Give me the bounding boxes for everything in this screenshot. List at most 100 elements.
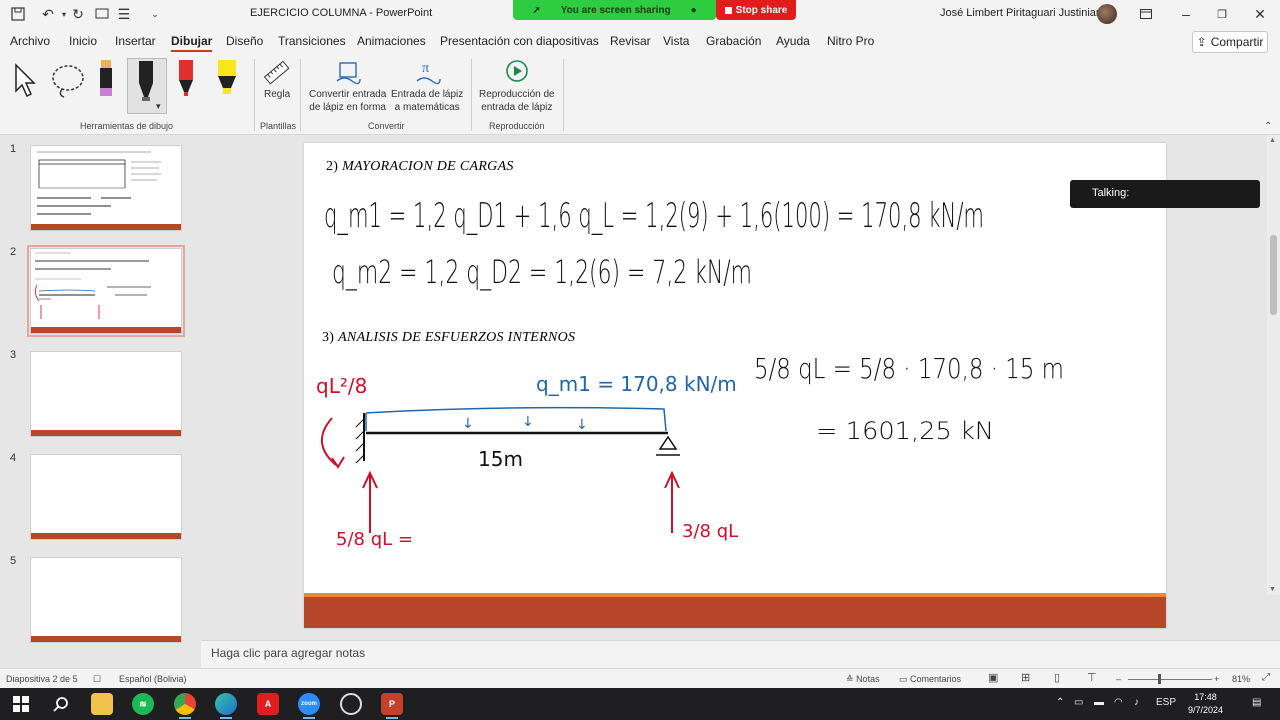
tab-transiciones[interactable]: Transiciones xyxy=(278,34,346,48)
notifications-icon[interactable]: ▤ xyxy=(1252,697,1261,708)
scroll-down-icon[interactable]: ▼ xyxy=(1269,586,1276,593)
pen-black-selected[interactable]: ▾ xyxy=(127,58,167,114)
scroll-up-icon[interactable]: ▲ xyxy=(1269,137,1276,144)
edge-icon[interactable] xyxy=(215,693,237,719)
volume-icon[interactable]: ♪ xyxy=(1134,697,1139,708)
slideshow-icon[interactable]: ⊤ xyxy=(1087,671,1097,684)
tray-overflow-icon[interactable]: ⌃ xyxy=(1056,697,1064,708)
pencil-purple-icon[interactable] xyxy=(97,60,115,96)
search-icon[interactable] xyxy=(50,693,72,715)
share-button[interactable]: ⇪ Compartir xyxy=(1192,31,1268,53)
ink-equation-2: q_m2 = 1,2 q_D2 = 1,2(6) = 7,2 kN/m xyxy=(332,253,752,291)
slide-thumbnail-3[interactable] xyxy=(30,351,182,437)
chrome-icon[interactable] xyxy=(174,693,196,719)
stop-share-button[interactable]: Stop share xyxy=(716,0,796,20)
tab-ayuda[interactable]: Ayuda xyxy=(776,34,810,48)
share-label: Compartir xyxy=(1210,35,1264,49)
tab-insertar[interactable]: Insertar xyxy=(115,34,156,48)
collapse-ribbon-icon[interactable]: ⌃ xyxy=(1264,121,1272,132)
comments-toggle[interactable]: ▭ Comentarios xyxy=(899,674,961,685)
select-tool-icon[interactable] xyxy=(12,61,40,102)
slide-canvas[interactable]: 2) MAYORACION DE CARGAS 3) ANALISIS DE E… xyxy=(304,143,1166,628)
notes-toggle[interactable]: ≙ Notas xyxy=(846,674,880,685)
notes-placeholder[interactable]: Haga clic para agregar notas xyxy=(211,646,365,660)
thumbnail-number: 1 xyxy=(10,143,17,155)
svg-text:π: π xyxy=(422,61,429,76)
zoom-level[interactable]: 81% xyxy=(1232,674,1250,684)
taskbar: ≋ A zoom P ⌃ ▭ ▬ ◠ ♪ ESP 17:48 9/7/2024 … xyxy=(0,688,1280,720)
file-explorer-icon[interactable] xyxy=(91,693,113,715)
ink-to-shape-button[interactable]: Convertir entrada de lápiz en forma xyxy=(309,88,386,114)
avatar[interactable] xyxy=(1097,4,1117,24)
tab-archivo[interactable]: Archivo xyxy=(10,34,50,48)
ruler-icon[interactable] xyxy=(263,59,291,90)
thumbnail-band xyxy=(31,327,181,333)
acrobat-icon[interactable]: A xyxy=(257,693,279,715)
format-icon[interactable]: ☰ xyxy=(114,4,134,24)
screen-sharing-banner: ➚ You are screen sharing ● xyxy=(513,0,716,20)
ink-to-shape-icon[interactable] xyxy=(334,59,362,88)
slide-thumbnail-2[interactable] xyxy=(27,245,185,337)
present-from-start-icon[interactable] xyxy=(92,4,112,24)
customize-toolbar-icon[interactable]: ⌄ xyxy=(145,4,165,24)
tab-presentacion[interactable]: Presentación con diapositivas xyxy=(440,34,599,48)
zoom-in-icon[interactable]: + xyxy=(1214,674,1219,684)
wifi-icon[interactable]: ◠ xyxy=(1114,697,1123,708)
clock-time: 17:48 xyxy=(1194,692,1217,702)
vertical-scrollbar[interactable]: ▲ ▼ xyxy=(1267,135,1280,595)
tab-revisar[interactable]: Revisar xyxy=(610,34,651,48)
thumbnail-number: 3 xyxy=(10,349,17,361)
ink-to-math-button[interactable]: Entrada de lápiz a matemáticas xyxy=(391,88,463,114)
accessibility-icon[interactable]: ☐ xyxy=(93,674,101,685)
powerpoint-icon[interactable]: P xyxy=(381,693,403,719)
zoom-slider-thumb[interactable] xyxy=(1158,674,1161,684)
zoom-out-icon[interactable]: – xyxy=(1116,674,1121,684)
thumbnail-band xyxy=(31,533,181,539)
ribbon-display-options-icon[interactable] xyxy=(1136,4,1156,24)
thumbnail-number: 5 xyxy=(10,555,17,567)
tab-diseno[interactable]: Diseño xyxy=(226,34,263,48)
slide-thumbnail-5[interactable] xyxy=(30,557,182,643)
ribbon-separator xyxy=(300,59,301,131)
tab-inicio[interactable]: Inicio xyxy=(69,34,97,48)
system-clock[interactable]: 17:48 9/7/2024 xyxy=(1188,691,1223,717)
ink-replay-icon[interactable] xyxy=(503,59,531,88)
lasso-select-icon[interactable] xyxy=(48,61,88,104)
notes-pane[interactable]: Haga clic para agregar notas xyxy=(201,640,1280,668)
tab-nitro-pro[interactable]: Nitro Pro xyxy=(827,34,874,48)
spotify-icon[interactable]: ≋ xyxy=(132,693,154,715)
zoom-app-icon[interactable]: zoom xyxy=(298,693,320,719)
pen-red-icon[interactable] xyxy=(177,60,195,96)
fit-to-window-icon[interactable]: ⤢ xyxy=(1262,672,1270,683)
zoom-slider[interactable] xyxy=(1128,679,1212,680)
normal-view-icon[interactable]: ▣ xyxy=(988,671,998,684)
input-language[interactable]: ESP xyxy=(1156,697,1176,708)
highlighter-yellow-icon[interactable] xyxy=(216,60,238,96)
windows-start-icon[interactable] xyxy=(10,693,32,715)
obs-icon[interactable] xyxy=(340,693,362,715)
shield-icon: ● xyxy=(690,4,697,16)
tab-vista[interactable]: Vista xyxy=(663,34,689,48)
save-icon[interactable] xyxy=(8,4,28,24)
network-adapter-icon[interactable]: ▭ xyxy=(1074,697,1083,708)
battery-icon[interactable]: ▬ xyxy=(1094,697,1104,708)
minimize-icon[interactable]: – xyxy=(1176,4,1196,24)
status-bar: Diapositiva 2 de 5 ☐ Español (Bolivia) ≙… xyxy=(0,668,1280,688)
restore-icon[interactable]: ❐ xyxy=(1212,4,1232,24)
redo-icon[interactable]: ↻ xyxy=(68,4,88,24)
slide-thumbnail-4[interactable] xyxy=(30,454,182,540)
tab-animaciones[interactable]: Animaciones xyxy=(357,34,426,48)
ruler-label[interactable]: Regla xyxy=(264,88,290,101)
reading-view-icon[interactable]: ▯ xyxy=(1054,671,1060,684)
tab-grabacion[interactable]: Grabación xyxy=(706,34,761,48)
scrollbar-thumb[interactable] xyxy=(1270,235,1277,315)
ink-drawing: q_m1 = 1,2 q_D1 + 1,6 q_L = 1,2(9) + 1,6… xyxy=(316,196,1064,550)
language-indicator[interactable]: Español (Bolivia) xyxy=(119,674,187,684)
tab-dibujar[interactable]: Dibujar xyxy=(171,34,213,52)
ink-to-math-icon[interactable]: π xyxy=(414,59,442,88)
close-icon[interactable]: ✕ xyxy=(1250,4,1270,24)
slide-sorter-icon[interactable]: ⊞ xyxy=(1021,671,1030,684)
talking-indicator: Talking: xyxy=(1070,180,1260,208)
slide-thumbnail-1[interactable] xyxy=(30,145,182,231)
ink-replay-button[interactable]: Reproducción de entrada de lápiz xyxy=(479,88,555,114)
